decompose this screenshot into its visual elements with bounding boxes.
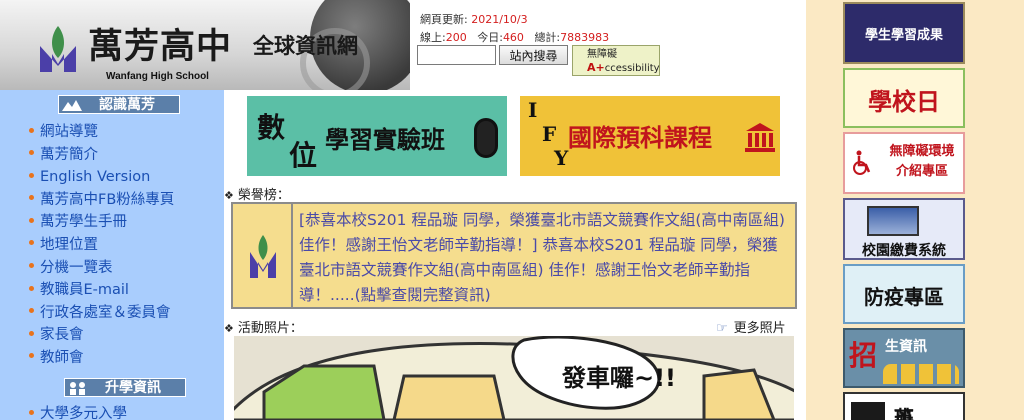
sidebar-item-offices[interactable]: 行政各處室＆委員會 xyxy=(29,302,174,325)
sidebar-item-extensions[interactable]: 分機一覽表 xyxy=(29,257,174,280)
computer-icon xyxy=(867,206,919,236)
photo-caption: 發車囉~!! xyxy=(562,364,676,392)
site-stats: 網頁更新: 2021/10/3 線上:200 今日:460 總計:7883983 xyxy=(420,11,609,47)
today-count: 460 xyxy=(502,31,524,44)
activity-section-label: ❖ 活動照片： xyxy=(224,321,303,336)
total-label: 總計: xyxy=(534,31,561,44)
bullet-icon xyxy=(29,127,34,133)
online-count: 200 xyxy=(445,31,467,44)
ify-letter-y: Y xyxy=(554,146,569,170)
bullet-icon xyxy=(29,240,34,246)
payment-system-link[interactable]: 校園繳費系統 xyxy=(843,198,965,260)
bullet-icon xyxy=(29,285,34,291)
school-logo xyxy=(40,26,76,72)
sidebar-admission-list: 大學多元入學 xyxy=(29,403,127,420)
english-class-right: 班 xyxy=(894,406,914,420)
online-label: 線上: xyxy=(420,31,446,44)
admission-sub-label: 生資訊 xyxy=(885,339,927,355)
pandemic-prevention-link[interactable]: 防疫專區 xyxy=(843,264,965,324)
bullet-icon xyxy=(29,353,34,359)
activity-photo-illustration xyxy=(234,336,794,420)
today-label: 今日: xyxy=(477,31,503,44)
sidebar-item-handbook[interactable]: 萬芳學生手冊 xyxy=(29,211,174,234)
update-date: 2021/10/3 xyxy=(471,13,528,26)
english-class-link[interactable]: 英班 xyxy=(843,392,965,420)
digital-banner-text: 學習實驗班 xyxy=(325,126,445,154)
search-input[interactable] xyxy=(417,45,496,65)
honor-logo-cell xyxy=(233,204,293,307)
left-sidebar: 認識萬芳 網站導覽 萬芳簡介 English Version 萬芳高中FB粉絲專… xyxy=(0,90,224,420)
bullet-icon xyxy=(29,308,34,314)
school-logo xyxy=(250,235,276,278)
accessibility-label-aplus: A+ xyxy=(587,61,605,74)
payment-system-label: 校園繳費系統 xyxy=(862,243,946,259)
pandemic-prevention-label: 防疫專區 xyxy=(864,285,944,309)
bullet-icon xyxy=(29,330,34,336)
site-banner[interactable]: 萬芳高中 全球資訊網 Wanfang High School xyxy=(0,0,410,90)
accessibility-button[interactable]: 無障礙 A+ccessibility xyxy=(572,45,660,76)
bullet-icon xyxy=(29,195,34,201)
bullet-icon xyxy=(29,263,34,269)
ify-letter-f: F xyxy=(542,122,557,146)
school-day-link[interactable]: 學校日 xyxy=(843,68,965,128)
sidebar-item-intro[interactable]: 萬芳簡介 xyxy=(29,144,174,167)
admission-info-link[interactable]: 招 生資訊 xyxy=(843,328,965,388)
bullet-icon xyxy=(29,217,34,223)
sidebar-item-teachers[interactable]: 教師會 xyxy=(29,347,174,370)
digital-learning-banner[interactable]: 數 位 學習實驗班 xyxy=(247,96,507,176)
people-icon xyxy=(70,382,85,395)
sidebar-item-facebook[interactable]: 萬芳高中FB粉絲專頁 xyxy=(29,189,174,212)
honor-announcement-link[interactable]: [恭喜本校S201 程品璇 同學，榮獲臺北市語文競賽作文組(高中南區組) 佳作！… xyxy=(299,208,793,308)
accessibility-environment-link[interactable]: 無障礙環境 介紹專區 xyxy=(843,132,965,194)
temple-icon xyxy=(745,123,775,152)
bullet-icon xyxy=(29,150,34,156)
mountain-icon xyxy=(62,100,82,111)
bullet-icon xyxy=(29,172,34,178)
sidebar-item-parents[interactable]: 家長會 xyxy=(29,324,174,347)
sidebar-about-list: 網站導覽 萬芳簡介 English Version 萬芳高中FB粉絲專頁 萬芳學… xyxy=(29,121,174,370)
pointing-hand-icon: ☞ xyxy=(716,321,728,336)
bullet-icon xyxy=(29,409,34,415)
accessibility-label-en: ccessibility xyxy=(604,63,660,74)
accessibility-env-line2: 介紹專區 xyxy=(895,164,948,179)
sidebar-item-staff-email[interactable]: 教職員E-mail xyxy=(29,279,174,302)
sidebar-section-admission: 升學資訊 xyxy=(64,378,186,397)
people-icon xyxy=(883,364,959,384)
admission-big-char: 招 xyxy=(849,339,878,372)
section-marker-icon: ❖ xyxy=(224,189,234,202)
more-photos-label: 更多照片 xyxy=(733,321,786,336)
school-subtitle: 全球資訊網 xyxy=(253,33,358,58)
sidebar-section-admission-title: 升學資訊 xyxy=(105,380,161,396)
activity-photo[interactable]: 發車囉~!! xyxy=(234,336,794,420)
accessibility-label-zh: 無障礙 xyxy=(587,49,617,60)
sidebar-section-about-title: 認識萬芳 xyxy=(99,97,155,113)
sidebar-item-location[interactable]: 地理位置 xyxy=(29,234,174,257)
school-day-label: 學校日 xyxy=(868,87,940,116)
digital-banner-char2: 位 xyxy=(289,139,318,172)
school-english-name: Wanfang High School xyxy=(106,71,209,82)
sidebar-section-about: 認識萬芳 xyxy=(58,95,180,114)
more-photos-link[interactable]: ☞ 更多照片 xyxy=(716,317,786,336)
section-marker-icon: ❖ xyxy=(224,322,234,335)
learning-outcomes-link[interactable]: 學生學習成果 xyxy=(843,2,965,64)
search-button[interactable]: 站內搜尋 xyxy=(499,45,568,65)
ify-course-banner[interactable]: I F Y 國際預科課程 xyxy=(520,96,780,176)
wheelchair-icon xyxy=(853,150,871,175)
sidebar-item-english[interactable]: English Version xyxy=(29,166,174,189)
sidebar-item-sitemap[interactable]: 網站導覽 xyxy=(29,121,174,144)
update-label: 網頁更新: xyxy=(420,13,468,26)
digital-banner-char1: 數 xyxy=(257,111,286,144)
ify-letter-i: I xyxy=(528,98,538,122)
update-line: 網頁更新: 2021/10/3 xyxy=(420,11,609,29)
ify-banner-text: 國際預科課程 xyxy=(568,124,712,152)
sidebar-item-university-admission[interactable]: 大學多元入學 xyxy=(29,403,127,420)
honor-section-label: ❖ 榮譽榜： xyxy=(224,188,290,203)
learning-outcomes-label: 學生學習成果 xyxy=(864,28,943,43)
mouse-icon xyxy=(474,118,498,158)
total-count: 7883983 xyxy=(560,31,610,44)
school-name: 萬芳高中 xyxy=(88,26,233,67)
accessibility-env-line1: 無障礙環境 xyxy=(889,144,955,159)
honor-roll-box: [恭喜本校S201 程品璇 同學，榮獲臺北市語文競賽作文組(高中南區組) 佳作！… xyxy=(231,202,797,309)
